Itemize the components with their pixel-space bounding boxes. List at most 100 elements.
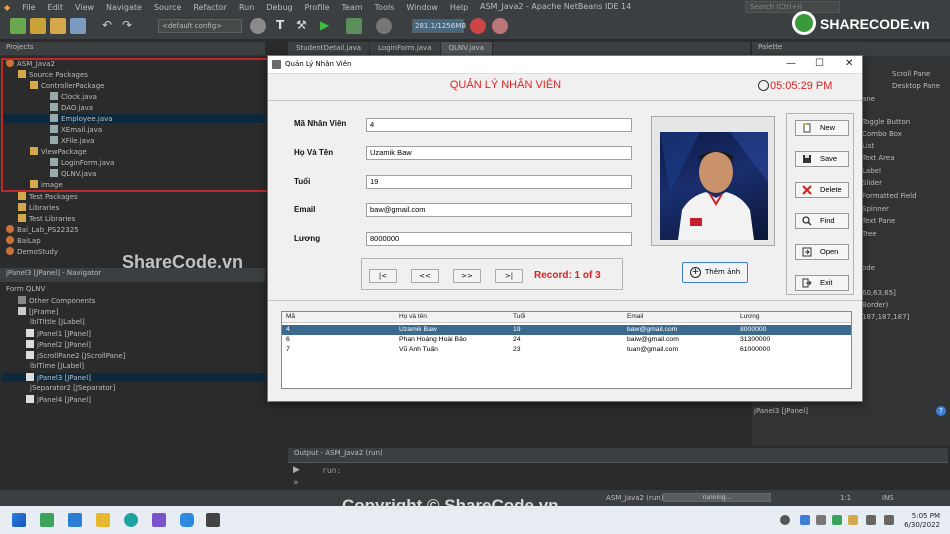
- new-project-icon[interactable]: [10, 18, 26, 34]
- column-header[interactable]: Tuổi: [513, 313, 525, 320]
- menu-run[interactable]: Run: [233, 3, 260, 12]
- file-explorer-icon[interactable]: [96, 513, 110, 527]
- editor-tab[interactable]: StudentDetail.java: [288, 42, 371, 56]
- palette-item[interactable]: Label: [862, 167, 881, 175]
- run-icon[interactable]: ▶: [320, 18, 336, 34]
- employee-table[interactable]: Mã Họ và tên Tuổi Email Lương 4 Uzamik B…: [281, 311, 852, 389]
- open-button[interactable]: Open: [795, 244, 849, 260]
- tree-node[interactable]: Test Packages: [18, 192, 78, 201]
- tray-icon[interactable]: [832, 515, 842, 525]
- tray-icon[interactable]: [816, 515, 826, 525]
- redo-icon[interactable]: ↷: [122, 18, 138, 34]
- find-button[interactable]: Find: [795, 213, 849, 229]
- save-button[interactable]: Save: [795, 151, 849, 167]
- tray-icon[interactable]: [848, 515, 858, 525]
- employee-photo[interactable]: [660, 132, 768, 240]
- menu-source[interactable]: Source: [148, 3, 187, 12]
- tree-node[interactable]: Test Libraries: [18, 214, 75, 223]
- nav-node[interactable]: lblTittle [JLabel]: [30, 318, 85, 326]
- navigator-tab[interactable]: jPanel3 [JPanel] - Navigator: [0, 267, 107, 279]
- projects-tab-header[interactable]: Projects: [0, 42, 265, 56]
- employee-id-field[interactable]: 4: [366, 118, 632, 132]
- palette-item[interactable]: List: [862, 142, 874, 150]
- palette-item[interactable]: Text Area: [862, 154, 895, 162]
- maximize-button[interactable]: ☐: [815, 58, 824, 69]
- nav-node[interactable]: jPanel2 [JPanel]: [26, 340, 91, 349]
- exit-button[interactable]: Exit: [795, 275, 849, 291]
- nav-node[interactable]: jPanel4 [JPanel]: [26, 395, 91, 404]
- tray-icon[interactable]: [800, 515, 810, 525]
- clean-build-icon[interactable]: ⚒: [296, 18, 312, 34]
- menu-debug[interactable]: Debug: [260, 3, 298, 12]
- palette-tab-header[interactable]: Palette: [752, 42, 950, 56]
- menu-refactor[interactable]: Refactor: [187, 3, 233, 12]
- volume-icon[interactable]: [884, 515, 894, 525]
- tray-icon[interactable]: [780, 515, 790, 525]
- save-all-icon[interactable]: [70, 18, 86, 34]
- property-value[interactable]: 187,187,187]: [862, 313, 909, 321]
- debug-icon[interactable]: [346, 18, 362, 34]
- column-header[interactable]: Lương: [740, 313, 759, 320]
- menu-navigate[interactable]: Navigate: [100, 3, 148, 12]
- menu-edit[interactable]: Edit: [42, 3, 70, 12]
- todo-icon[interactable]: [68, 513, 82, 527]
- open-project-icon[interactable]: [50, 18, 66, 34]
- email-field[interactable]: baw@gmail.com: [366, 203, 632, 217]
- memory-indicator[interactable]: 281.1/1256MB: [412, 19, 466, 33]
- palette-item[interactable]: Desktop Pane: [892, 82, 940, 90]
- property-value[interactable]: 60,63,65]: [862, 289, 896, 297]
- next-record-button[interactable]: >>: [453, 269, 481, 283]
- nav-node-selected[interactable]: jPanel3 [JPanel]: [2, 373, 265, 382]
- zalo-icon[interactable]: [180, 513, 194, 527]
- palette-item[interactable]: Slider: [862, 179, 882, 187]
- editor-tab[interactable]: LoginForm.java: [370, 42, 441, 56]
- salary-field[interactable]: 8000000: [366, 232, 632, 246]
- table-row[interactable]: 7 Vũ Anh Tuấn 23 tuan@gmail.com 61000000: [282, 345, 851, 355]
- table-row[interactable]: 6 Phan Hoàng Hoài Bảo 24 baiw@gmail.com …: [282, 335, 851, 345]
- undo-icon[interactable]: ↶: [102, 18, 118, 34]
- nav-node[interactable]: jPanel1 [JPanel]: [26, 329, 91, 338]
- menu-profile[interactable]: Profile: [299, 3, 336, 12]
- close-button[interactable]: ✕: [845, 58, 853, 69]
- menu-help[interactable]: Help: [444, 3, 474, 12]
- taskbar-clock[interactable]: 5:05 PM 6/30/2022: [904, 512, 940, 530]
- tree-node[interactable]: Libraries: [18, 203, 59, 212]
- last-record-button[interactable]: >|: [495, 269, 523, 283]
- palette-item[interactable]: Text Pane: [862, 217, 895, 225]
- nav-node[interactable]: jSeparator2 [JSeparator]: [30, 384, 115, 392]
- output-console[interactable]: ▶ » run:: [288, 462, 948, 490]
- minimize-button[interactable]: —: [786, 58, 796, 69]
- rerun-fast-icon[interactable]: »: [293, 478, 299, 488]
- palette-item[interactable]: Combo Box: [862, 130, 902, 138]
- rerun-icon[interactable]: ▶: [293, 465, 300, 475]
- palette-tab[interactable]: Palette: [752, 41, 788, 53]
- new-button[interactable]: New: [795, 120, 849, 136]
- output-tab-header[interactable]: Output - ASM_Java2 (run): [288, 448, 948, 462]
- delete-button[interactable]: Delete: [795, 182, 849, 198]
- tree-node[interactable]: DemoStudy: [6, 247, 58, 256]
- palette-item[interactable]: ane: [862, 95, 875, 103]
- editor-tab-active[interactable]: QLNV.java: [440, 42, 493, 56]
- new-file-icon[interactable]: [30, 18, 46, 34]
- profile-icon[interactable]: [376, 18, 392, 34]
- projects-tab[interactable]: Projects: [0, 41, 40, 53]
- age-field[interactable]: 19: [366, 175, 632, 189]
- nav-node[interactable]: jScrollPane2 [JScrollPane]: [26, 351, 125, 360]
- table-row-selected[interactable]: 4 Uzamik Baw 19 baw@gmail.com 8000000: [282, 325, 851, 335]
- menu-team[interactable]: Team: [336, 3, 369, 12]
- tree-node[interactable]: Bai_Lab_PS22325: [6, 225, 79, 234]
- fullname-field[interactable]: Uzamik Baw: [366, 146, 632, 160]
- column-header[interactable]: Họ và tên: [399, 313, 427, 320]
- nav-node[interactable]: Form QLNV: [6, 285, 45, 293]
- help-icon[interactable]: ?: [936, 406, 946, 416]
- menu-tools[interactable]: Tools: [369, 3, 401, 12]
- windows-start-icon[interactable]: [12, 513, 26, 527]
- nav-node[interactable]: [JFrame]: [18, 307, 58, 316]
- menu-view[interactable]: View: [69, 3, 100, 12]
- gc-icon[interactable]: [470, 18, 486, 34]
- tree-node[interactable]: BaiLap: [6, 236, 41, 245]
- output-tab[interactable]: Output - ASM_Java2 (run): [288, 447, 389, 459]
- palette-item[interactable]: Tree: [862, 230, 877, 238]
- column-header[interactable]: Mã: [286, 313, 295, 320]
- config-select[interactable]: <default config>: [158, 19, 242, 33]
